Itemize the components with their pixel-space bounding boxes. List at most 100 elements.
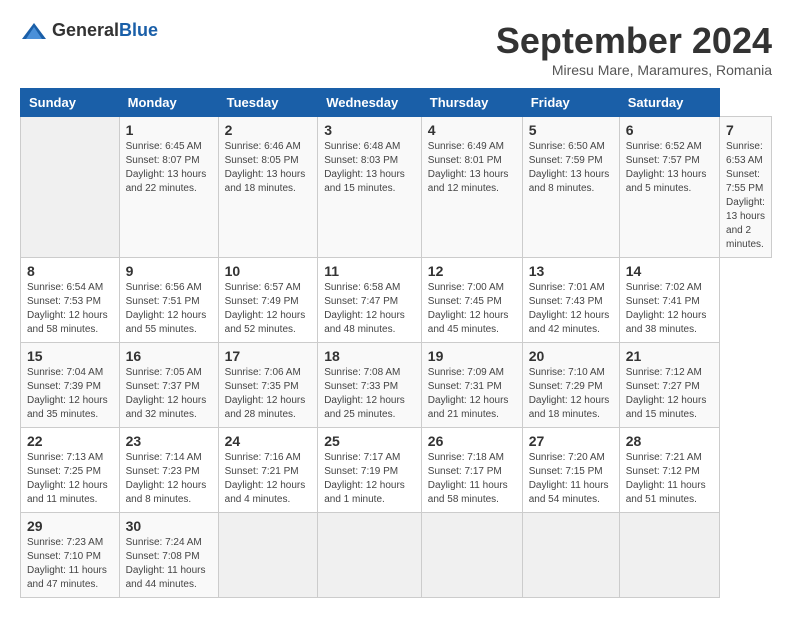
calendar-cell: 25Sunrise: 7:17 AMSunset: 7:19 PMDayligh… bbox=[318, 428, 422, 513]
day-number: 28 bbox=[626, 433, 713, 449]
day-number: 29 bbox=[27, 518, 113, 534]
calendar-cell: 10 Sunrise: 6:57 AMSunset: 7:49 PMDayligh… bbox=[218, 258, 318, 343]
day-info: Sunrise: 7:00 AMSunset: 7:45 PMDaylight:… bbox=[428, 281, 516, 337]
day-number: 8 bbox=[27, 263, 113, 279]
day-number: 23 bbox=[126, 433, 212, 449]
day-number: 13 bbox=[529, 263, 613, 279]
day-info: Sunrise: 7:20 AMSunset: 7:15 PMDaylight:… bbox=[529, 451, 613, 507]
day-info: Sunrise: 7:02 AMSunset: 7:41 PMDaylight:… bbox=[626, 281, 713, 337]
day-info: Sunrise: 7:24 AMSunset: 7:08 PMDaylight:… bbox=[126, 536, 212, 592]
day-info: Sunrise: 6:45 AMSunset: 8:07 PMDaylight:… bbox=[126, 140, 212, 196]
calendar-week-row: 8 Sunrise: 6:54 AMSunset: 7:53 PMDaylight… bbox=[21, 258, 772, 343]
day-number: 27 bbox=[529, 433, 613, 449]
day-info: Sunrise: 7:06 AMSunset: 7:35 PMDaylight:… bbox=[225, 366, 312, 422]
day-info: Sunrise: 6:58 AMSunset: 7:47 PMDaylight:… bbox=[324, 281, 415, 337]
day-number: 10 bbox=[225, 263, 312, 279]
calendar-cell: 15 Sunrise: 7:04 AMSunset: 7:39 PMDayligh… bbox=[21, 343, 120, 428]
day-info: Sunrise: 7:13 AMSunset: 7:25 PMDaylight:… bbox=[27, 451, 113, 507]
day-info: Sunrise: 6:57 AMSunset: 7:49 PMDaylight:… bbox=[225, 281, 312, 337]
calendar-cell bbox=[619, 513, 719, 598]
calendar-cell: 26 Sunrise: 7:18 AMSunset: 7:17 PMDayligh… bbox=[421, 428, 522, 513]
calendar-cell bbox=[21, 117, 120, 258]
calendar-cell: 13 Sunrise: 7:01 AMSunset: 7:43 PMDayligh… bbox=[522, 258, 619, 343]
calendar-cell: 27 Sunrise: 7:20 AMSunset: 7:15 PMDayligh… bbox=[522, 428, 619, 513]
day-number: 7 bbox=[726, 122, 765, 138]
logo: GeneralBlue bbox=[20, 20, 158, 41]
calendar-cell: 17 Sunrise: 7:06 AMSunset: 7:35 PMDayligh… bbox=[218, 343, 318, 428]
day-info: Sunrise: 6:54 AMSunset: 7:53 PMDaylight:… bbox=[27, 281, 113, 337]
location-subtitle: Miresu Mare, Maramures, Romania bbox=[496, 62, 772, 78]
calendar-cell: 18Sunrise: 7:08 AMSunset: 7:33 PMDayligh… bbox=[318, 343, 422, 428]
day-number: 1 bbox=[126, 122, 212, 138]
weekday-header-saturday: Saturday bbox=[619, 89, 719, 117]
day-info: Sunrise: 6:52 AMSunset: 7:57 PMDaylight:… bbox=[626, 140, 713, 196]
calendar-week-row: 15 Sunrise: 7:04 AMSunset: 7:39 PMDayligh… bbox=[21, 343, 772, 428]
calendar-cell: 19 Sunrise: 7:09 AMSunset: 7:31 PMDayligh… bbox=[421, 343, 522, 428]
day-info: Sunrise: 7:09 AMSunset: 7:31 PMDaylight:… bbox=[428, 366, 516, 422]
day-info: Sunrise: 7:16 AMSunset: 7:21 PMDaylight:… bbox=[225, 451, 312, 507]
day-number: 14 bbox=[626, 263, 713, 279]
calendar-week-row: 1 Sunrise: 6:45 AMSunset: 8:07 PMDaylight… bbox=[21, 117, 772, 258]
weekday-header-sunday: Sunday bbox=[21, 89, 120, 117]
logo-general: General bbox=[52, 20, 119, 40]
calendar-week-row: 22 Sunrise: 7:13 AMSunset: 7:25 PMDayligh… bbox=[21, 428, 772, 513]
calendar-cell: 20 Sunrise: 7:10 AMSunset: 7:29 PMDayligh… bbox=[522, 343, 619, 428]
calendar-table: SundayMondayTuesdayWednesdayThursdayFrid… bbox=[20, 88, 772, 598]
day-info: Sunrise: 6:49 AMSunset: 8:01 PMDaylight:… bbox=[428, 140, 516, 196]
day-number: 26 bbox=[428, 433, 516, 449]
calendar-cell bbox=[421, 513, 522, 598]
day-info: Sunrise: 6:50 AMSunset: 7:59 PMDaylight:… bbox=[529, 140, 613, 196]
calendar-cell: 9Sunrise: 6:56 AMSunset: 7:51 PMDaylight… bbox=[119, 258, 218, 343]
month-year-title: September 2024 bbox=[496, 20, 772, 62]
calendar-cell: 30 Sunrise: 7:24 AMSunset: 7:08 PMDayligh… bbox=[119, 513, 218, 598]
calendar-cell: 6Sunrise: 6:52 AMSunset: 7:57 PMDaylight… bbox=[619, 117, 719, 258]
calendar-cell: 3Sunrise: 6:48 AMSunset: 8:03 PMDaylight… bbox=[318, 117, 422, 258]
calendar-cell: 24 Sunrise: 7:16 AMSunset: 7:21 PMDayligh… bbox=[218, 428, 318, 513]
calendar-cell: 28 Sunrise: 7:21 AMSunset: 7:12 PMDayligh… bbox=[619, 428, 719, 513]
weekday-header-wednesday: Wednesday bbox=[318, 89, 422, 117]
day-info: Sunrise: 6:48 AMSunset: 8:03 PMDaylight:… bbox=[324, 140, 415, 196]
calendar-cell: 29 Sunrise: 7:23 AMSunset: 7:10 PMDayligh… bbox=[21, 513, 120, 598]
day-number: 22 bbox=[27, 433, 113, 449]
day-info: Sunrise: 7:23 AMSunset: 7:10 PMDaylight:… bbox=[27, 536, 113, 592]
day-number: 25 bbox=[324, 433, 415, 449]
weekday-header-tuesday: Tuesday bbox=[218, 89, 318, 117]
day-number: 30 bbox=[126, 518, 212, 534]
day-number: 21 bbox=[626, 348, 713, 364]
calendar-week-row: 29 Sunrise: 7:23 AMSunset: 7:10 PMDayligh… bbox=[21, 513, 772, 598]
day-info: Sunrise: 7:04 AMSunset: 7:39 PMDaylight:… bbox=[27, 366, 113, 422]
day-number: 11 bbox=[324, 263, 415, 279]
weekday-header-monday: Monday bbox=[119, 89, 218, 117]
day-info: Sunrise: 7:18 AMSunset: 7:17 PMDaylight:… bbox=[428, 451, 516, 507]
day-number: 12 bbox=[428, 263, 516, 279]
day-number: 9 bbox=[126, 263, 212, 279]
day-info: Sunrise: 7:14 AMSunset: 7:23 PMDaylight:… bbox=[126, 451, 212, 507]
day-number: 20 bbox=[529, 348, 613, 364]
calendar-cell: 1 Sunrise: 6:45 AMSunset: 8:07 PMDaylight… bbox=[119, 117, 218, 258]
calendar-cell: 7Sunrise: 6:53 AMSunset: 7:55 PMDaylight… bbox=[720, 117, 772, 258]
calendar-cell bbox=[318, 513, 422, 598]
calendar-cell: 23 Sunrise: 7:14 AMSunset: 7:23 PMDayligh… bbox=[119, 428, 218, 513]
calendar-cell: 16Sunrise: 7:05 AMSunset: 7:37 PMDayligh… bbox=[119, 343, 218, 428]
calendar-cell bbox=[218, 513, 318, 598]
day-number: 2 bbox=[225, 122, 312, 138]
calendar-cell bbox=[522, 513, 619, 598]
day-number: 15 bbox=[27, 348, 113, 364]
day-info: Sunrise: 7:01 AMSunset: 7:43 PMDaylight:… bbox=[529, 281, 613, 337]
day-info: Sunrise: 6:46 AMSunset: 8:05 PMDaylight:… bbox=[225, 140, 312, 196]
day-number: 24 bbox=[225, 433, 312, 449]
day-number: 4 bbox=[428, 122, 516, 138]
day-info: Sunrise: 7:21 AMSunset: 7:12 PMDaylight:… bbox=[626, 451, 713, 507]
day-number: 16 bbox=[126, 348, 212, 364]
logo-icon bbox=[20, 21, 48, 41]
calendar-cell: 5 Sunrise: 6:50 AMSunset: 7:59 PMDaylight… bbox=[522, 117, 619, 258]
weekday-header-row: SundayMondayTuesdayWednesdayThursdayFrid… bbox=[21, 89, 772, 117]
day-number: 5 bbox=[529, 122, 613, 138]
day-info: Sunrise: 7:08 AMSunset: 7:33 PMDaylight:… bbox=[324, 366, 415, 422]
day-info: Sunrise: 7:12 AMSunset: 7:27 PMDaylight:… bbox=[626, 366, 713, 422]
page-header: GeneralBlue September 2024 Miresu Mare, … bbox=[20, 20, 772, 78]
day-number: 19 bbox=[428, 348, 516, 364]
day-number: 17 bbox=[225, 348, 312, 364]
calendar-cell: 8 Sunrise: 6:54 AMSunset: 7:53 PMDaylight… bbox=[21, 258, 120, 343]
day-info: Sunrise: 7:10 AMSunset: 7:29 PMDaylight:… bbox=[529, 366, 613, 422]
